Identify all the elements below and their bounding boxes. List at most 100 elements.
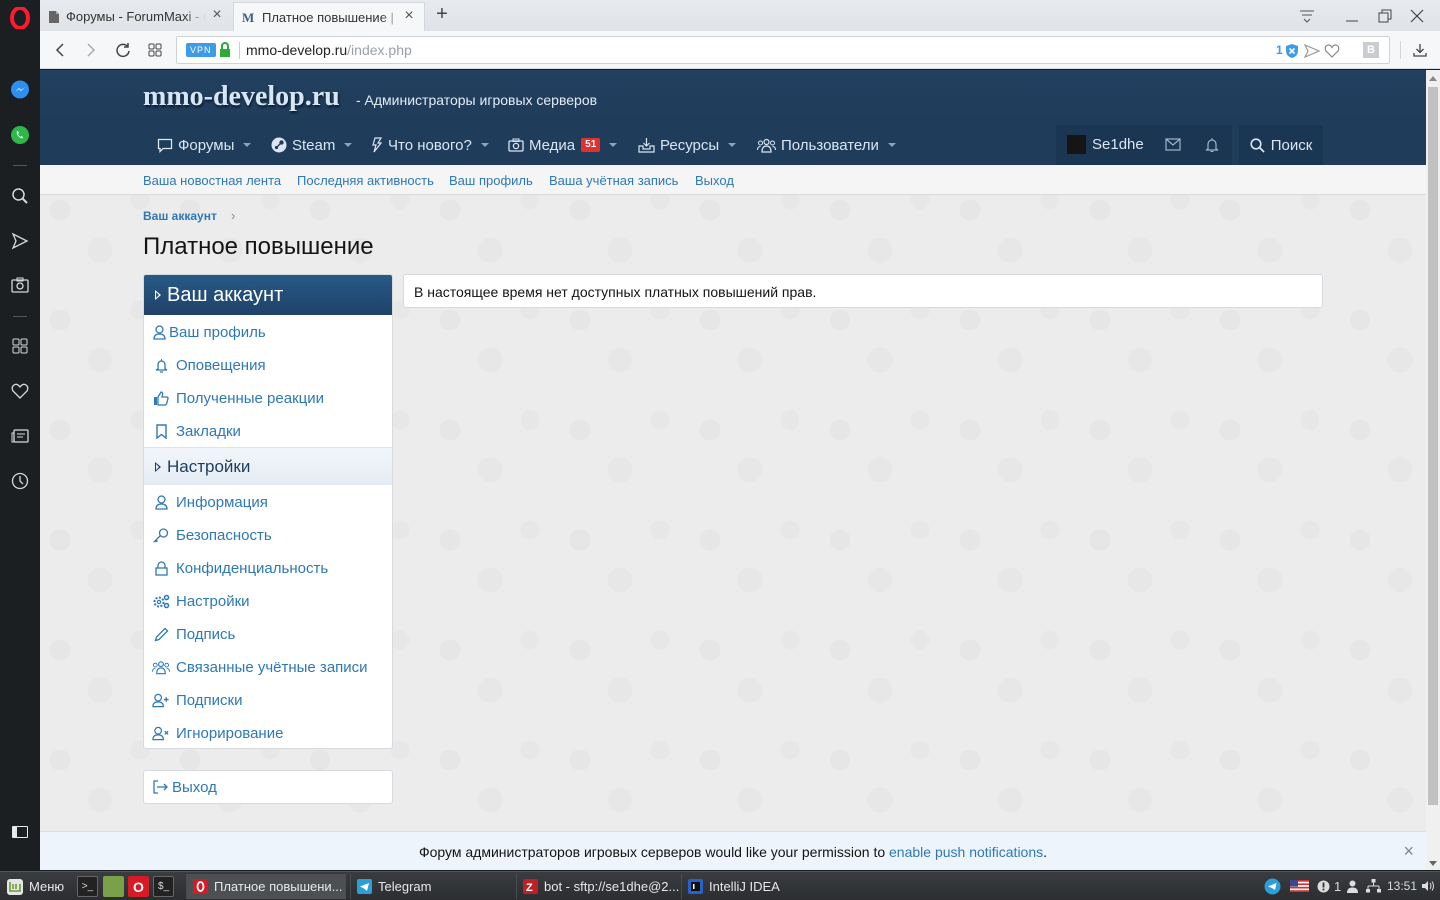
- reload-button[interactable]: [113, 40, 133, 60]
- history-icon[interactable]: [9, 470, 31, 492]
- url-field[interactable]: VPN mmo-develop.ru/index.php 1: [176, 36, 1390, 64]
- sub-nav-news-feed[interactable]: Ваша новостная лента: [143, 173, 281, 188]
- network-tray-icon[interactable]: [1366, 876, 1381, 896]
- tab-forummaxi[interactable]: Форумы - ForumMaxi - C ×: [40, 2, 232, 31]
- chevron-down-icon[interactable]: [344, 143, 353, 147]
- window-close-icon[interactable]: [1407, 6, 1427, 26]
- close-icon[interactable]: ×: [210, 7, 224, 23]
- bookmark-heart-icon[interactable]: [1323, 42, 1341, 60]
- side-item-label: Оповещения: [176, 357, 266, 374]
- telegram-tray-icon[interactable]: [1264, 876, 1281, 896]
- minimize-icon[interactable]: [1342, 6, 1362, 26]
- adblock-shield-icon[interactable]: [1283, 42, 1301, 60]
- camera-icon[interactable]: [9, 274, 31, 296]
- side-item-label: Конфиденциальность: [176, 560, 329, 577]
- envelope-icon[interactable]: [1165, 138, 1181, 151]
- url-text[interactable]: mmo-develop.ru/index.php: [246, 42, 412, 58]
- side-item-privacy[interactable]: Конфиденциальность: [144, 552, 392, 585]
- news-icon[interactable]: [9, 425, 31, 447]
- taskbar-window-opera[interactable]: Платное повышени...: [186, 874, 346, 899]
- restore-icon[interactable]: [1375, 6, 1395, 26]
- chevron-down-icon[interactable]: [480, 143, 489, 147]
- username[interactable]: Se1dhe: [1092, 136, 1144, 153]
- side-item-ignoring[interactable]: Игнорирование: [144, 717, 392, 748]
- side-item-following[interactable]: Подписки: [144, 684, 392, 717]
- nav-users[interactable]: Пользователи: [757, 125, 896, 165]
- side-item-label: Информация: [176, 494, 268, 511]
- send-icon[interactable]: [9, 230, 31, 252]
- snap-send-icon[interactable]: [1303, 42, 1321, 60]
- search-icon[interactable]: [9, 185, 31, 207]
- nav-media[interactable]: Медиа 51: [508, 125, 618, 165]
- side-nav-header-account[interactable]: Ваш аккаунт: [144, 275, 392, 315]
- chevron-down-icon[interactable]: [887, 143, 896, 147]
- taskbar-window-filezilla[interactable]: Z bot - sftp://se1dhe@2...: [516, 874, 679, 899]
- heart-icon[interactable]: [9, 380, 31, 402]
- whatsapp-icon[interactable]: [9, 124, 31, 146]
- scrollbar-thumb[interactable]: [1428, 87, 1438, 805]
- side-item-security[interactable]: Безопасность: [144, 519, 392, 552]
- messenger-icon[interactable]: [9, 79, 31, 101]
- nav-resources[interactable]: Ресурсы: [638, 125, 737, 165]
- start-menu-button[interactable]: Меню: [6, 874, 64, 899]
- logout-button[interactable]: Выход: [143, 770, 393, 804]
- forward-button[interactable]: [81, 40, 101, 60]
- speed-dial-button[interactable]: [145, 40, 165, 60]
- address-toolbar: VPN mmo-develop.ru/index.php 1 B: [40, 31, 1440, 69]
- back-button[interactable]: [50, 40, 70, 60]
- sub-nav-your-profile[interactable]: Ваш профиль: [449, 173, 533, 188]
- side-item-connected-accounts[interactable]: Связанные учётные записи: [144, 651, 392, 684]
- opera-launcher-icon[interactable]: O: [128, 876, 149, 897]
- side-item-your-profile[interactable]: Ваш профиль: [144, 316, 392, 349]
- sub-nav-your-account[interactable]: Ваша учётная запись: [549, 173, 678, 188]
- bell-icon[interactable]: [1205, 137, 1219, 153]
- page-scrollbar[interactable]: [1426, 70, 1440, 870]
- chevron-down-icon[interactable]: [728, 143, 737, 147]
- nav-whats-new[interactable]: Что нового?: [371, 125, 489, 165]
- terminal-launcher-icon[interactable]: >_: [77, 876, 98, 897]
- new-tab-button[interactable]: +: [432, 4, 452, 25]
- files-launcher-icon[interactable]: [103, 876, 124, 897]
- taskbar-window-intellij[interactable]: IntelliJ IDEA: [681, 874, 841, 899]
- enable-push-link[interactable]: enable push notifications: [889, 844, 1043, 860]
- side-item-signature[interactable]: Подпись: [144, 618, 392, 651]
- chevron-down-icon[interactable]: [243, 143, 252, 147]
- speed-dial-icon[interactable]: [9, 335, 31, 357]
- side-item-information[interactable]: Информация: [144, 486, 392, 519]
- us-flag-icon[interactable]: [1290, 876, 1309, 896]
- search-button[interactable]: Поиск: [1239, 125, 1323, 165]
- breadcrumb[interactable]: Ваш аккаунт: [143, 209, 217, 223]
- terminal-root-launcher-icon[interactable]: $_: [153, 876, 174, 897]
- key-icon: [152, 528, 170, 543]
- sub-nav-logout[interactable]: Выход: [695, 173, 734, 188]
- volume-icon[interactable]: [1421, 876, 1435, 896]
- close-icon[interactable]: ×: [1403, 841, 1414, 862]
- tab-menu-icon[interactable]: [1297, 6, 1317, 26]
- side-item-alerts[interactable]: Оповещения: [144, 349, 392, 382]
- document-icon: [48, 10, 60, 24]
- side-nav-header-settings[interactable]: Настройки: [144, 447, 392, 485]
- scroll-up-arrow[interactable]: [1429, 76, 1437, 81]
- sub-nav-latest-activity[interactable]: Последняя активность: [297, 173, 434, 188]
- tab-paid-upgrades[interactable]: M Платное повышение | ×: [233, 2, 425, 31]
- avatar[interactable]: [1067, 135, 1086, 154]
- clock[interactable]: 13:51: [1387, 876, 1417, 896]
- side-item-bookmarks[interactable]: Закладки: [144, 415, 392, 448]
- vpn-badge[interactable]: VPN: [186, 43, 216, 57]
- taskbar-window-telegram[interactable]: Telegram: [350, 874, 510, 899]
- notifications-tray[interactable]: 1: [1317, 876, 1341, 896]
- lock-icon[interactable]: [219, 42, 231, 58]
- extension-button[interactable]: B: [1363, 42, 1379, 58]
- opera-logo[interactable]: [9, 7, 31, 29]
- site-logo[interactable]: mmo-develop.ru: [143, 81, 340, 113]
- chevron-down-icon[interactable]: [609, 143, 618, 147]
- scroll-down-arrow[interactable]: [1429, 861, 1437, 866]
- close-icon[interactable]: ×: [402, 8, 416, 24]
- side-item-reactions[interactable]: Полученные реакции: [144, 382, 392, 415]
- sidebar-toggle-icon[interactable]: [9, 821, 31, 843]
- download-icon[interactable]: [1410, 40, 1430, 60]
- side-item-preferences[interactable]: Настройки: [144, 585, 392, 618]
- user-tray-icon[interactable]: [1346, 876, 1359, 896]
- nav-steam[interactable]: Steam: [271, 125, 353, 165]
- nav-forums[interactable]: Форумы: [157, 125, 252, 165]
